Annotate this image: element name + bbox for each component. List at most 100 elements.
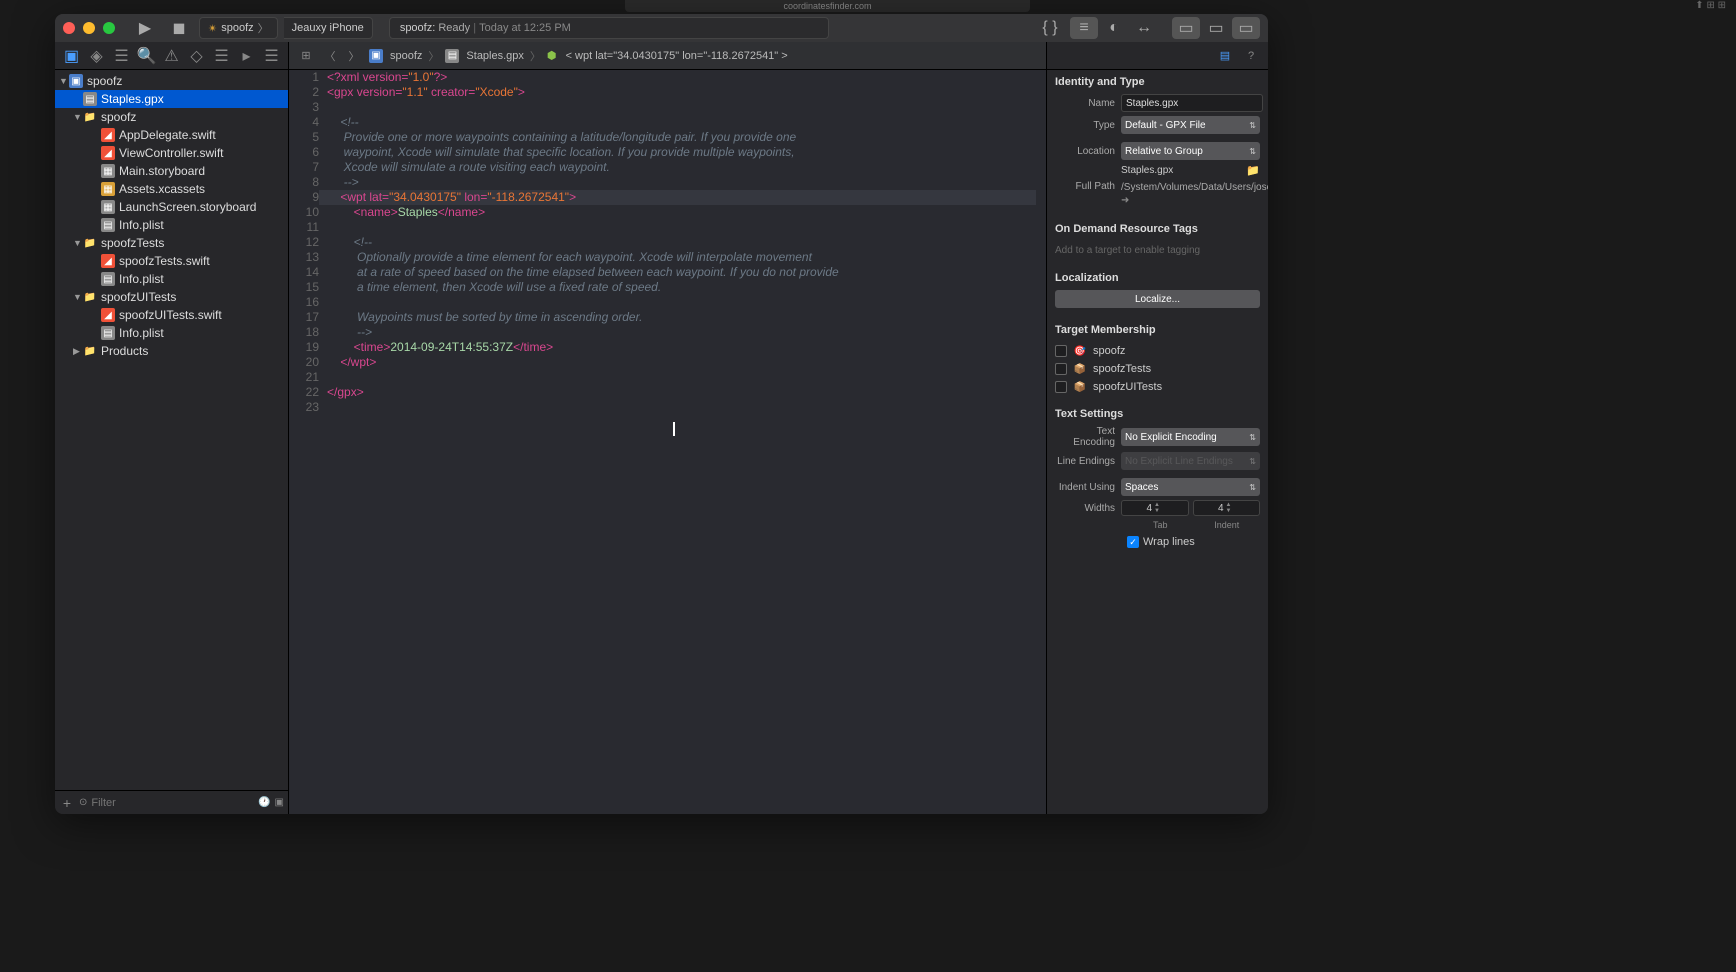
editor-mode-assistant[interactable]: ◐	[1100, 17, 1128, 39]
recent-filter-icon[interactable]: 🕐	[258, 797, 270, 808]
project-navigator-tab[interactable]: ▣	[62, 46, 82, 66]
toggle-inspector-button[interactable]: ▭	[1232, 17, 1260, 39]
stop-button[interactable]: ◼	[165, 17, 193, 39]
target-section-title: Target Membership	[1055, 324, 1260, 336]
tree-item[interactable]: ▤Info.plist	[55, 324, 288, 342]
tree-item[interactable]: ▼📁spoofzUITests	[55, 288, 288, 306]
tree-item[interactable]: ▦Assets.xcassets	[55, 180, 288, 198]
file-type-select[interactable]: Default - GPX File⇅	[1121, 116, 1260, 134]
target-row: 📦spoofzUITests	[1055, 378, 1260, 396]
toolbar: ▶ ◼ ✴ spoofz 〉 Jeauxy iPhone spoofz: Rea…	[55, 14, 1268, 42]
filter-input[interactable]	[91, 797, 254, 809]
scheme-name: spoofz	[221, 22, 253, 34]
full-path-value: /System/Volumes/Data/Users/joseph.callaw…	[1121, 181, 1268, 207]
tree-item[interactable]: ▤Staples.gpx	[55, 90, 288, 108]
reveal-in-finder-icon[interactable]: ➜	[1121, 195, 1129, 206]
filter-icon: ⊙	[79, 797, 87, 808]
code-editor[interactable]: 1234567891011121314151617181920212223 <?…	[289, 70, 1046, 814]
file-inspector-tab[interactable]: ▤	[1216, 47, 1234, 65]
debug-navigator-tab[interactable]: ☰	[212, 46, 232, 66]
choose-location-icon[interactable]: 📁	[1246, 164, 1260, 177]
tree-item[interactable]: ▼📁spoofz	[55, 108, 288, 126]
tree-item[interactable]: ▤Info.plist	[55, 270, 288, 288]
background-browser-tab: coordinatesfinder.com	[625, 0, 1030, 12]
add-button[interactable]: +	[59, 795, 75, 811]
find-navigator-tab[interactable]: 🔍	[137, 46, 157, 66]
target-checkbox[interactable]	[1055, 381, 1067, 393]
minimize-window-button[interactable]	[83, 22, 95, 34]
navigator-filter-bar: + ⊙ 🕐 ▣	[55, 790, 288, 814]
tree-item[interactable]: ◢spoofzUITests.swift	[55, 306, 288, 324]
tree-item[interactable]: ◢spoofzTests.swift	[55, 252, 288, 270]
code-content[interactable]: <?xml version="1.0"?><gpx version="1.1" …	[327, 70, 1046, 814]
tree-item[interactable]: ◢AppDelegate.swift	[55, 126, 288, 144]
activity-view: spoofz: Ready | Today at 12:25 PM	[389, 17, 829, 39]
jump-bar-file[interactable]: ▤Staples.gpx	[443, 49, 525, 63]
ondemand-section-title: On Demand Resource Tags	[1055, 223, 1260, 235]
jump-bar-project[interactable]: ▣spoofz	[367, 49, 424, 63]
jump-bar: ⊞ 〈 〉 ▣spoofz 〉 ▤Staples.gpx 〉 ⬢ <wpt la…	[289, 42, 1046, 70]
target-checkbox[interactable]	[1055, 363, 1067, 375]
report-navigator-tab[interactable]: ☰	[262, 46, 282, 66]
line-endings-select[interactable]: No Explicit Line Endings⇅	[1121, 452, 1260, 470]
tree-item[interactable]: ▤Info.plist	[55, 216, 288, 234]
issue-navigator-tab[interactable]: ⚠	[162, 46, 182, 66]
tree-item[interactable]: ▦LaunchScreen.storyboard	[55, 198, 288, 216]
related-items-button[interactable]: ⊞	[295, 45, 317, 67]
file-name-input[interactable]	[1121, 94, 1263, 112]
breakpoint-navigator-tab[interactable]: ▸	[237, 46, 257, 66]
tab-width-stepper[interactable]: 4 ▲▼	[1121, 500, 1189, 516]
editor-mode-standard[interactable]: ≡	[1070, 17, 1098, 39]
tree-item[interactable]: ▼📁spoofzTests	[55, 234, 288, 252]
ondemand-placeholder: Add to a target to enable tagging	[1055, 241, 1260, 260]
close-window-button[interactable]	[63, 22, 75, 34]
editor-mode-version[interactable]: ↔	[1130, 17, 1158, 39]
symbol-navigator-tab[interactable]: ☰	[112, 46, 132, 66]
localization-section-title: Localization	[1055, 272, 1260, 284]
line-gutter: 1234567891011121314151617181920212223	[289, 70, 327, 814]
location-select[interactable]: Relative to Group⇅	[1121, 142, 1260, 160]
destination-selector[interactable]: Jeauxy iPhone	[284, 17, 373, 39]
run-button[interactable]: ▶	[131, 17, 159, 39]
text-settings-title: Text Settings	[1055, 408, 1260, 420]
tree-item[interactable]: ▶📁Products	[55, 342, 288, 360]
help-inspector-tab[interactable]: ?	[1242, 47, 1260, 65]
forward-button[interactable]: 〉	[343, 45, 365, 67]
text-cursor	[673, 422, 675, 436]
main-area: ▣ ◈ ☰ 🔍 ⚠ ◇ ☰ ▸ ☰ ▼▣spoofz▤Staples.gpx▼📁…	[55, 42, 1268, 814]
tree-item[interactable]: ◢ViewController.swift	[55, 144, 288, 162]
back-button[interactable]: 〈	[319, 45, 341, 67]
navigator-panel: ▣ ◈ ☰ 🔍 ⚠ ◇ ☰ ▸ ☰ ▼▣spoofz▤Staples.gpx▼📁…	[55, 42, 289, 814]
indent-using-select[interactable]: Spaces⇅	[1121, 478, 1260, 496]
target-row: 🎯spoofz	[1055, 342, 1260, 360]
inspector-tabs: ▤ ?	[1047, 42, 1268, 70]
zoom-window-button[interactable]	[103, 22, 115, 34]
source-control-navigator-tab[interactable]: ◈	[87, 46, 107, 66]
jump-bar-symbol[interactable]: ⬢ <wpt lat="34.0430175" lon="-118.267254…	[545, 49, 790, 62]
xcode-window: ▶ ◼ ✴ spoofz 〉 Jeauxy iPhone spoofz: Rea…	[55, 14, 1268, 814]
navigator-tabs: ▣ ◈ ☰ 🔍 ⚠ ◇ ☰ ▸ ☰	[55, 42, 288, 70]
file-tree[interactable]: ▼▣spoofz▤Staples.gpx▼📁spoofz◢AppDelegate…	[55, 70, 288, 790]
encoding-select[interactable]: No Explicit Encoding⇅	[1121, 428, 1260, 446]
tree-item[interactable]: ▼▣spoofz	[55, 72, 288, 90]
localize-button[interactable]: Localize...	[1055, 290, 1260, 308]
destination-name: Jeauxy iPhone	[292, 22, 364, 34]
traffic-lights	[63, 22, 115, 34]
toggle-debug-area-button[interactable]: ▭	[1202, 17, 1230, 39]
target-row: 📦spoofzTests	[1055, 360, 1260, 378]
indent-width-stepper[interactable]: 4 ▲▼	[1193, 500, 1261, 516]
tree-item[interactable]: ▦Main.storyboard	[55, 162, 288, 180]
toggle-navigator-button[interactable]: ▭	[1172, 17, 1200, 39]
wrap-lines-checkbox[interactable]	[1127, 536, 1139, 548]
scm-filter-icon[interactable]: ▣	[275, 797, 284, 808]
inspector-panel: ▤ ? Identity and Type Name Type Default …	[1046, 42, 1268, 814]
test-navigator-tab[interactable]: ◇	[187, 46, 207, 66]
identity-section-title: Identity and Type	[1055, 76, 1260, 88]
library-button[interactable]: { }	[1036, 17, 1064, 39]
system-right-icons: ⬆ ⊞ ⊞	[1695, 0, 1726, 11]
wrap-lines-label: Wrap lines	[1143, 536, 1195, 548]
location-file-label: Staples.gpx	[1121, 165, 1173, 176]
target-checkbox[interactable]	[1055, 345, 1067, 357]
scheme-selector[interactable]: ✴ spoofz 〉	[199, 17, 278, 39]
editor-area: ⊞ 〈 〉 ▣spoofz 〉 ▤Staples.gpx 〉 ⬢ <wpt la…	[289, 42, 1046, 814]
